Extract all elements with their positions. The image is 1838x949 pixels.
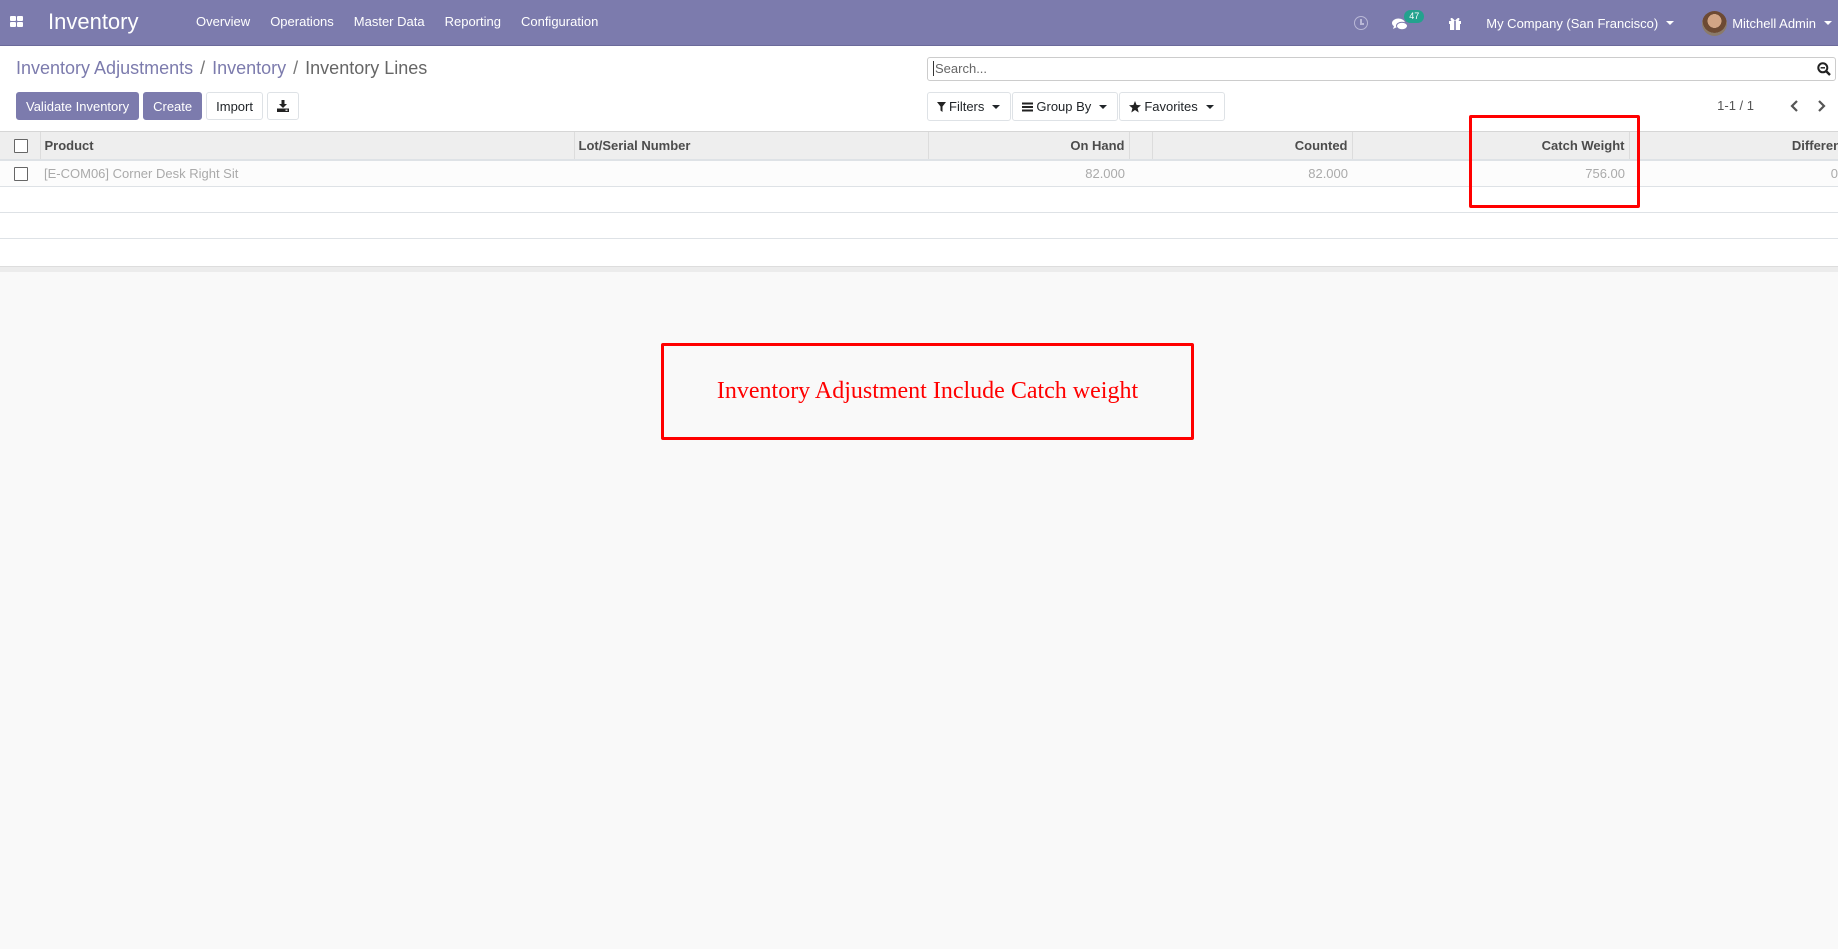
apps-menu-icon[interactable]: [10, 16, 23, 28]
menu-item-configuration[interactable]: Configuration: [521, 14, 598, 29]
search-input[interactable]: [933, 61, 1793, 76]
cell-difference[interactable]: 0.00: [1629, 160, 1838, 187]
column-header-spacer: [1352, 132, 1470, 161]
empty-row: [0, 238, 1838, 264]
search-box: [927, 57, 1836, 81]
breadcrumb: Inventory Adjustments / Inventory / Inve…: [16, 58, 427, 79]
cell-on-hand[interactable]: 82.000: [928, 160, 1129, 187]
pager-value[interactable]: 1-1 / 1: [1717, 98, 1754, 113]
import-button[interactable]: Import: [206, 92, 263, 120]
top-navbar: Inventory Overview Operations Master Dat…: [0, 0, 1838, 46]
column-header-counted[interactable]: Counted: [1152, 132, 1353, 161]
user-menu[interactable]: Mitchell Admin: [1702, 10, 1832, 36]
column-header-difference[interactable]: Difference: [1629, 132, 1838, 161]
row-select-cell: [0, 160, 40, 187]
pager: 1-1 / 1: [1717, 98, 1828, 113]
menu-item-operations[interactable]: Operations: [270, 14, 334, 29]
column-header-lot-serial[interactable]: Lot/Serial Number: [574, 132, 929, 161]
annotation-callout: Inventory Adjustment Include Catch weigh…: [661, 343, 1194, 440]
column-header-catch-weight[interactable]: Catch Weight: [1469, 132, 1630, 161]
select-all-checkbox[interactable]: [14, 139, 28, 154]
app-title[interactable]: Inventory: [48, 9, 139, 35]
filters-label: Filters: [949, 99, 985, 114]
filters-button[interactable]: Filters: [927, 92, 1012, 121]
search-options: Filters Group By Favorites: [927, 92, 1226, 121]
breadcrumb-inventory-adjustments[interactable]: Inventory Adjustments: [16, 58, 193, 79]
caret-down-icon: [992, 104, 1001, 109]
caret-down-icon: [1824, 21, 1832, 25]
empty-row: [0, 186, 1838, 213]
company-name: My Company (San Francisco): [1486, 15, 1659, 31]
annotation-text: Inventory Adjustment Include Catch weigh…: [716, 378, 1139, 404]
column-header-product[interactable]: Product: [40, 132, 575, 161]
export-button[interactable]: [266, 92, 299, 120]
column-header-spacer: [1129, 132, 1153, 161]
filter-icon: [937, 101, 946, 112]
table-row[interactable]: [E-COM06] Corner Desk Right Sit 82.000 8…: [0, 160, 1838, 187]
main-menu: Overview Operations Master Data Reportin…: [186, 14, 608, 29]
caret-down-icon: [1666, 21, 1675, 25]
empty-row: [0, 212, 1838, 239]
breadcrumb-inventory[interactable]: Inventory: [212, 58, 286, 79]
activity-clock-icon[interactable]: [1354, 16, 1369, 30]
messages-button[interactable]: 47: [1392, 10, 1425, 31]
cell-spacer: [1352, 160, 1469, 187]
chevron-right-icon[interactable]: [1814, 99, 1828, 113]
cell-spacer: [1129, 160, 1152, 187]
group-by-label: Group By: [1036, 99, 1092, 114]
systray: 47 My Company (San Francisco) Mitchell A…: [1354, 0, 1838, 46]
breadcrumb-separator: /: [200, 58, 206, 78]
cell-lot[interactable]: [574, 160, 928, 187]
cell-catch-weight[interactable]: 756.00: [1469, 160, 1629, 187]
gift-icon[interactable]: [1448, 16, 1462, 30]
control-panel: Inventory Adjustments / Inventory / Inve…: [0, 46, 1838, 132]
cell-product[interactable]: [E-COM06] Corner Desk Right Sit: [40, 160, 574, 187]
favorites-button[interactable]: Favorites: [1119, 92, 1225, 121]
menu-item-master-data[interactable]: Master Data: [354, 14, 425, 29]
table-footer-divider: [0, 266, 1838, 272]
download-icon: [276, 100, 289, 112]
favorites-label: Favorites: [1144, 99, 1198, 114]
breadcrumb-current: Inventory Lines: [305, 58, 428, 78]
cell-counted[interactable]: 82.000: [1152, 160, 1352, 187]
bars-icon: [1022, 102, 1034, 111]
validate-inventory-button[interactable]: Validate Inventory: [16, 92, 140, 120]
chevron-left-icon[interactable]: [1788, 99, 1802, 113]
menu-item-reporting[interactable]: Reporting: [445, 14, 501, 29]
star-icon: [1129, 100, 1142, 112]
create-button[interactable]: Create: [143, 92, 203, 120]
messages-badge: 47: [1404, 10, 1425, 23]
group-by-button[interactable]: Group By: [1012, 92, 1119, 121]
action-buttons: Validate Inventory Create Import: [16, 92, 303, 120]
caret-down-icon: [1205, 104, 1214, 109]
row-checkbox[interactable]: [14, 167, 28, 182]
breadcrumb-separator: /: [293, 58, 299, 78]
table-header-row: Product Lot/Serial Number On Hand Counte…: [0, 132, 1838, 161]
inventory-lines-table: Product Lot/Serial Number On Hand Counte…: [0, 132, 1838, 266]
avatar: [1702, 10, 1728, 36]
select-all-cell: [0, 132, 41, 161]
search-icon[interactable]: [1817, 62, 1831, 76]
company-switcher[interactable]: My Company (San Francisco): [1486, 15, 1675, 31]
caret-down-icon: [1099, 104, 1108, 109]
user-name: Mitchell Admin: [1732, 15, 1816, 31]
column-header-on-hand[interactable]: On Hand: [928, 132, 1130, 161]
menu-item-overview[interactable]: Overview: [196, 14, 250, 29]
